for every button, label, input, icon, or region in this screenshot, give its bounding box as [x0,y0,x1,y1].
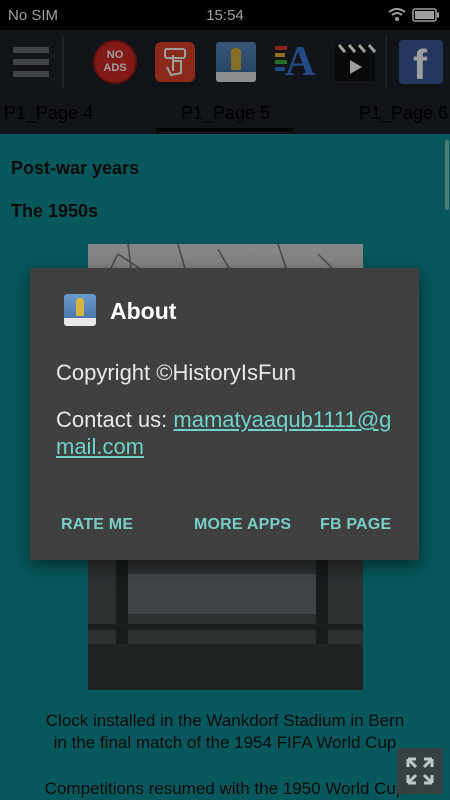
rate-me-button[interactable]: RATE ME [61,516,133,534]
fullscreen-button[interactable] [397,748,443,794]
app-icon [64,294,96,326]
more-apps-button[interactable]: MORE APPS [194,516,291,534]
copyright-text: Copyright ©HistoryIsFun [56,360,296,385]
fb-page-button[interactable]: FB PAGE [320,516,391,534]
dialog-title: About [110,298,177,324]
about-dialog: About Copyright ©HistoryIsFun Contact us… [30,268,419,560]
contact-text: Contact us: mamatyaaqub1111@gmail.com [56,406,396,460]
expand-icon [406,757,434,785]
contact-label: Contact us: [56,407,174,432]
